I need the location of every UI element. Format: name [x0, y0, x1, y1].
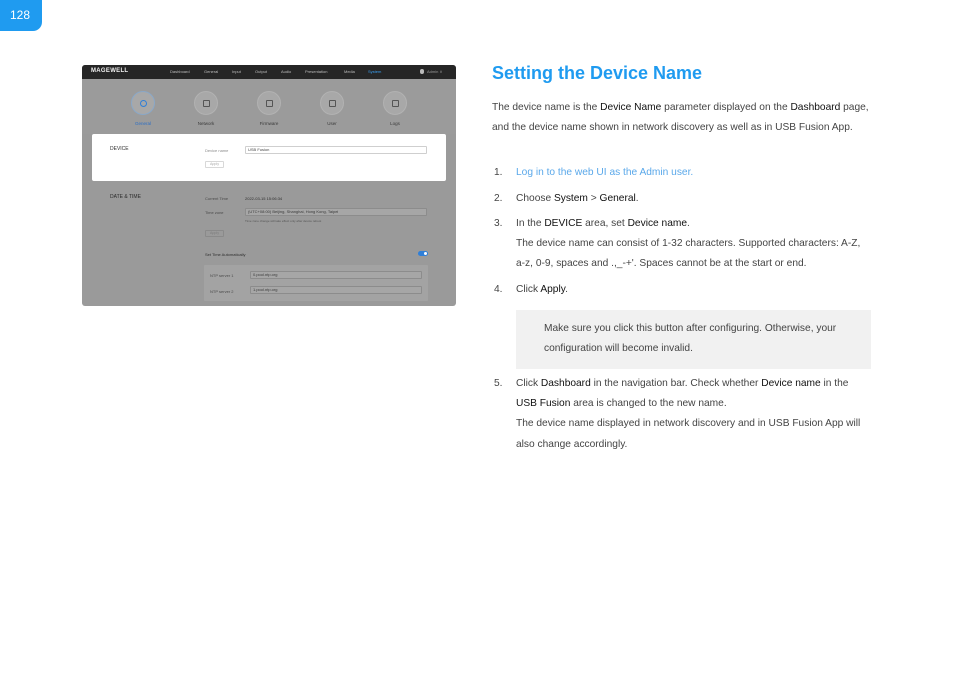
datetime-apply-button[interactable]: Apply [205, 230, 224, 237]
tab-network[interactable] [194, 91, 218, 115]
nav-item-dashboard[interactable]: Dashboard [170, 69, 190, 74]
section-heading: Setting the Device Name [492, 63, 703, 83]
time-zone-label: Time zone [205, 210, 224, 215]
monitor-icon [203, 100, 210, 107]
nav-item-media[interactable]: Media [344, 69, 355, 74]
user-menu[interactable]: Admin ∨ [427, 69, 442, 74]
tab-general[interactable] [131, 91, 155, 115]
ntp1-input[interactable]: 0.pool.ntp.org [250, 271, 422, 279]
tab-logs[interactable] [383, 91, 407, 115]
current-time-label: Current Time [205, 196, 229, 201]
admin-login-link[interactable]: Log in to the web UI as the Admin user. [516, 167, 693, 178]
tab-user[interactable] [320, 91, 344, 115]
users-icon [329, 100, 336, 107]
note-text: Make sure you click this button after co… [544, 323, 837, 355]
chip-icon [266, 100, 273, 107]
device-name-input[interactable]: USB Fusion [245, 146, 427, 154]
ntp2-input[interactable]: 1.pool.ntp.org [250, 286, 422, 294]
clipboard-icon [392, 100, 399, 107]
set-time-auto-toggle[interactable] [418, 251, 428, 256]
device-section-card: DEVICE Device name USB Fusion Apply [92, 134, 446, 181]
intro-paragraph: The device name is the Device Name param… [492, 102, 869, 134]
note-box: Make sure you click this button after co… [516, 310, 871, 369]
tab-label-logs: Logs [390, 121, 400, 126]
gear-icon [140, 100, 147, 107]
step-3-detail: The device name can consist of 1-32 char… [516, 238, 861, 270]
current-time-value: 2022-03-15 15:06:34 [245, 196, 283, 201]
device-apply-button[interactable]: Apply [205, 161, 224, 168]
nav-item-general[interactable]: General [204, 69, 218, 74]
brand-logo: MAGEWELL [91, 68, 129, 74]
set-time-auto-label: Set Time Automatically [205, 252, 246, 257]
step-5-detail: The device name displayed in network dis… [516, 418, 861, 450]
tab-label-general: General [134, 121, 151, 126]
user-icon [420, 69, 424, 74]
time-zone-hint: Time zone change will take effect only a… [245, 219, 322, 223]
nav-item-system[interactable]: System [368, 69, 381, 74]
tab-label-user: User [327, 121, 337, 126]
page-number-badge: 128 [0, 0, 42, 31]
web-ui-screenshot: MAGEWELL Dashboard General Input Output … [82, 65, 456, 306]
tab-firmware[interactable] [257, 91, 281, 115]
tab-label-firmware: Firmware [259, 121, 279, 126]
time-zone-select[interactable]: (UTC+08:00) Beijing, Shanghai, Hong Kong… [245, 208, 427, 216]
device-name-label: Device name [205, 148, 229, 153]
datetime-section-title: DATE & TIME [110, 194, 141, 200]
ntp1-label: NTP server 1 [210, 273, 234, 278]
ntp2-label: NTP server 2 [210, 289, 234, 294]
device-section-title: DEVICE [110, 146, 129, 152]
nav-item-audio[interactable]: Audio [281, 69, 291, 74]
top-nav-bar: MAGEWELL Dashboard General Input Output … [82, 65, 456, 79]
nav-item-presentation[interactable]: Presentation [305, 69, 327, 74]
tab-label-network: Network [197, 121, 215, 126]
nav-item-input[interactable]: Input [232, 69, 241, 74]
nav-item-output[interactable]: Output [255, 69, 267, 74]
